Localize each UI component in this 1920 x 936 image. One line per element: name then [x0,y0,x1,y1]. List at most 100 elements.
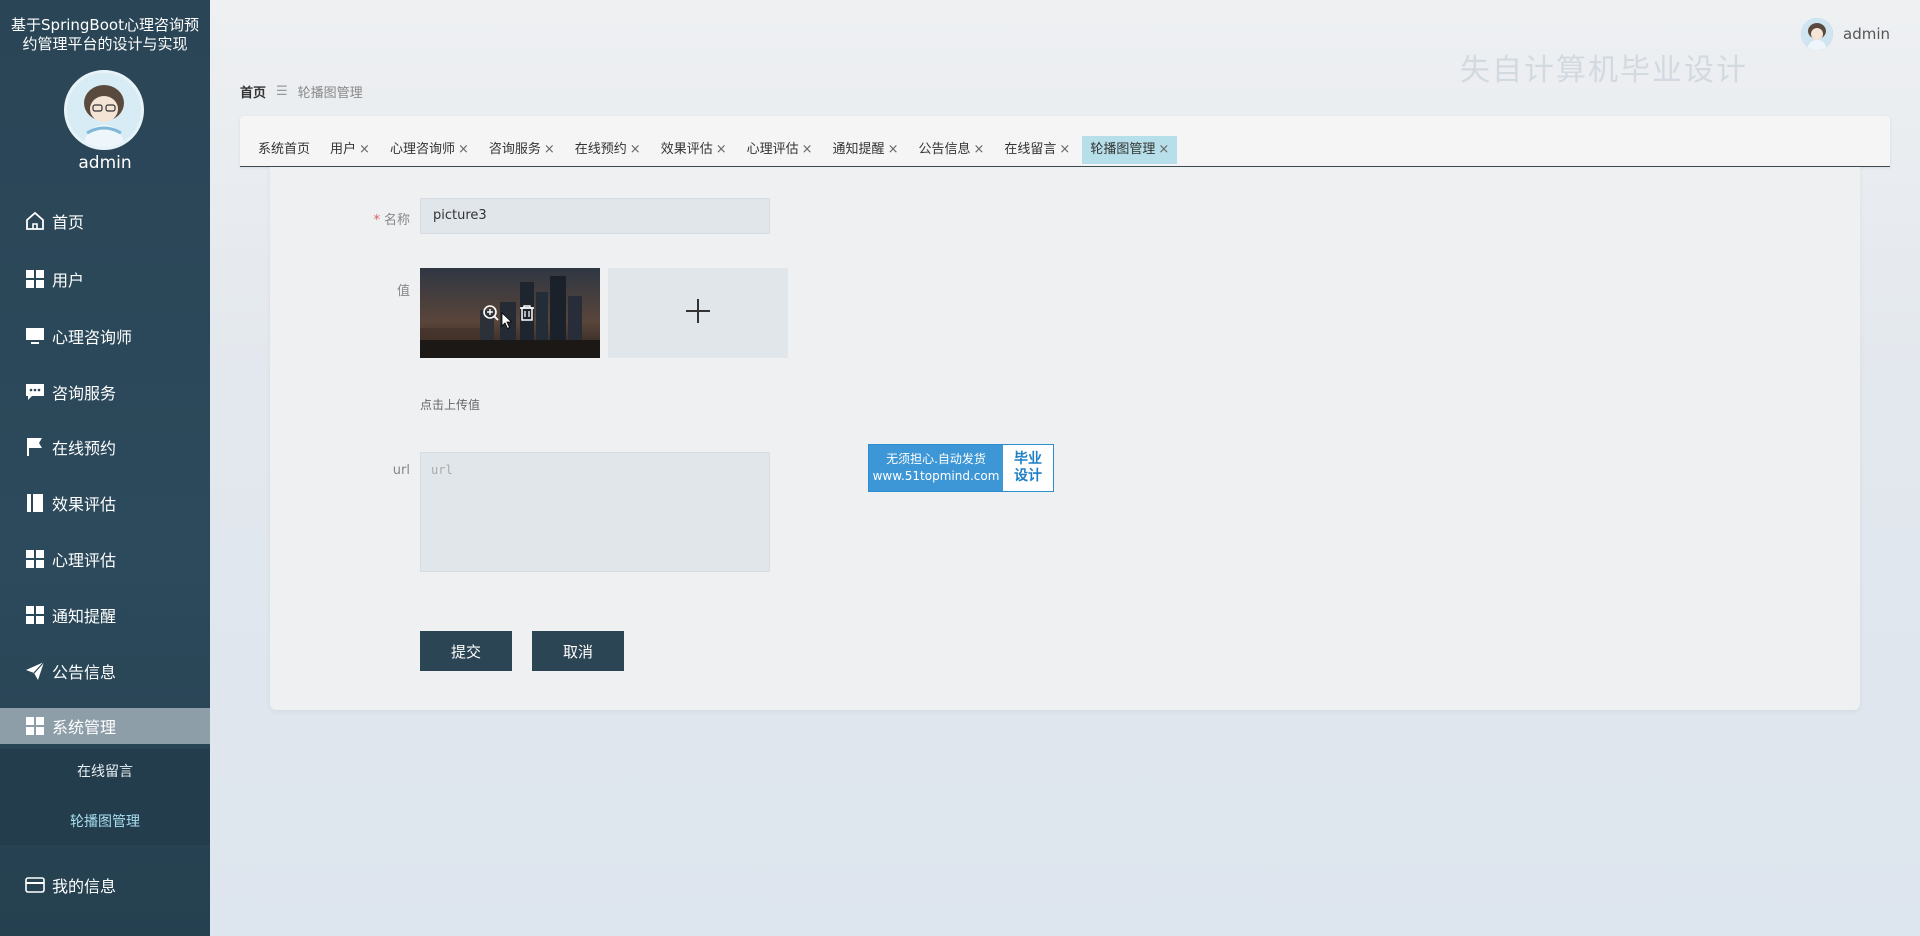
tab-counselors[interactable]: 心理咨询师 × [382,136,477,164]
tab-users[interactable]: 用户 × [322,136,378,164]
close-icon[interactable]: × [973,136,984,164]
ad-right2: 设计 [1014,468,1042,484]
watermark: 失自计算机毕业设计 [1460,53,1748,88]
sidebar-item-label: 在线预约 [52,439,117,458]
flag-icon [24,436,46,458]
sidebar: 基于SpringBoot心理咨询预约管理平台的设计与实现 admin 首页 用户… [0,0,210,936]
close-icon[interactable]: × [458,136,469,164]
tab-bar: 系统首页 用户 × 心理咨询师 × 咨询服务 × 在线预约 × 效果评估 × 心理评估 × … [240,116,1890,167]
breadcrumb-current: 轮播图管理 [297,86,363,101]
tab-online-message[interactable]: 在线留言 × [996,136,1078,164]
breadcrumb-separator-icon: ☰ [276,84,288,99]
upload-hint: 点击上传值 [420,398,481,412]
sidebar-item-label: 心理评估 [52,551,117,570]
send-icon [24,660,46,682]
ad-line2: www.51topmind.com [872,469,1000,483]
close-icon[interactable]: × [716,136,727,164]
name-label: * 名称 [310,209,410,228]
card-icon [24,874,46,896]
tab-label: 通知提醒 [832,142,885,157]
sidebar-user-name: admin [78,153,132,173]
avatar-image [67,73,141,147]
ad-banner[interactable]: 无须担心.自动发货 www.51topmind.com 毕业 设计 [868,444,1054,492]
sidebar-item-label: 用户 [52,271,85,290]
url-textarea[interactable]: url [420,452,770,572]
sidebar-item-label: 系统管理 [52,718,117,737]
ad-left: 无须担心.自动发货 www.51topmind.com [869,445,1003,491]
sidebar-item-notifications[interactable]: 通知提醒 [0,595,210,635]
required-mark: * [373,213,380,228]
close-icon[interactable]: × [630,136,641,164]
grid-icon [24,604,46,626]
value-label: 值 [396,284,410,299]
tab-label: 咨询服务 [488,142,541,157]
name-input[interactable]: picture3 [420,198,770,234]
tab-label: 心理评估 [746,142,799,157]
tab-label: 效果评估 [660,142,713,157]
avatar[interactable] [64,70,144,150]
home-icon [24,210,46,232]
plus-icon [684,297,712,329]
header-user[interactable]: admin [1801,18,1890,50]
sidebar-item-label: 心理咨询师 [52,328,133,347]
tab-consult-service[interactable]: 咨询服务 × [481,136,563,164]
sidebar-item-label: 公告信息 [52,663,117,682]
tab-effect-eval[interactable]: 效果评估 × [653,136,735,164]
ad-right1: 毕业 [1014,451,1042,467]
url-label: url [392,463,410,478]
upload-add-button[interactable] [608,268,788,358]
sidebar-item-label: 效果评估 [52,495,117,514]
close-icon[interactable]: × [359,136,370,164]
tab-carousel-management[interactable]: 轮播图管理 × [1082,136,1178,164]
sidebar-submenu: 在线留言 轮播图管理 [0,749,210,845]
sidebar-item-users[interactable]: 用户 [0,259,210,299]
sidebar-item-announcements[interactable]: 公告信息 [0,651,210,691]
book-icon [24,492,46,514]
tab-label: 用户 [330,142,357,157]
sidebar-item-counselors[interactable]: 心理咨询师 [0,316,210,356]
tab-announcements[interactable]: 公告信息 × [910,136,992,164]
sidebar-item-label: 通知提醒 [52,607,117,626]
monitor-icon [24,325,46,347]
close-icon[interactable]: × [802,136,813,164]
submit-button[interactable]: 提交 [420,631,512,671]
header-user-name: admin [1843,25,1890,43]
delete-icon[interactable] [518,304,536,326]
sidebar-item-home[interactable]: 首页 [0,201,210,241]
close-icon[interactable]: × [544,136,555,164]
tab-system-home[interactable]: 系统首页 [250,136,318,164]
grid-icon [24,268,46,290]
zoom-in-icon[interactable] [482,304,500,326]
submenu-item-carousel-management[interactable]: 轮播图管理 [0,811,210,831]
grid-icon [24,548,46,570]
name-label-text: 名称 [383,213,410,228]
sidebar-item-system-management[interactable]: 系统管理 [0,708,210,744]
sidebar-item-label: 咨询服务 [52,384,117,403]
form-panel [270,167,1860,710]
sidebar-item-my-info[interactable]: 我的信息 [0,865,210,905]
close-icon[interactable]: × [1158,136,1169,164]
tab-notifications[interactable]: 通知提醒 × [825,136,907,164]
tab-label: 轮播图管理 [1090,142,1156,157]
breadcrumb-home[interactable]: 首页 [240,82,266,101]
ad-line1: 无须担心.自动发货 [886,452,986,466]
sidebar-item-online-booking[interactable]: 在线预约 [0,427,210,467]
tab-label: 在线预约 [574,142,627,157]
tab-psych-eval[interactable]: 心理评估 × [739,136,821,164]
sidebar-item-consult-service[interactable]: 咨询服务 [0,372,210,412]
submenu-item-online-message[interactable]: 在线留言 [0,761,210,781]
sidebar-item-label: 首页 [52,213,85,232]
tab-online-booking[interactable]: 在线预约 × [567,136,649,164]
header-avatar [1801,18,1833,50]
tab-label: 心理咨询师 [389,142,455,157]
cancel-button[interactable]: 取消 [532,631,624,671]
close-icon[interactable]: × [888,136,899,164]
uploaded-image[interactable] [420,268,600,358]
ad-right: 毕业 设计 [1003,445,1053,491]
grid-icon [24,715,46,737]
app-title: 基于SpringBoot心理咨询预约管理平台的设计与实现 [11,16,199,53]
sidebar-item-label: 我的信息 [52,877,117,896]
sidebar-item-psych-eval[interactable]: 心理评估 [0,539,210,579]
sidebar-item-effect-eval[interactable]: 效果评估 [0,483,210,523]
close-icon[interactable]: × [1059,136,1070,164]
